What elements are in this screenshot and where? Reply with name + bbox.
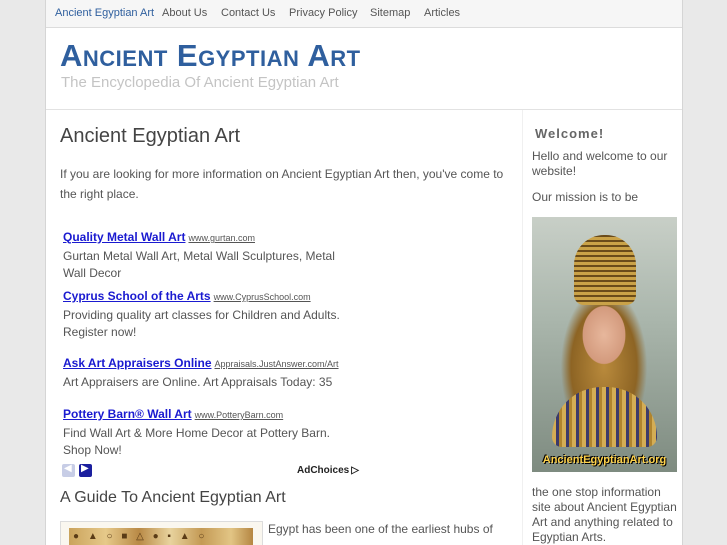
sidebar-divider xyxy=(522,110,523,545)
sidebar-title: Welcome! xyxy=(535,126,605,141)
chevron-left-icon: ◀ xyxy=(64,463,72,474)
nav-item-home[interactable]: Ancient Egyptian Art xyxy=(55,7,154,19)
top-navigation: Ancient Egyptian Art About Us Contact Us… xyxy=(46,0,682,28)
chevron-right-icon: ▶ xyxy=(81,463,89,474)
ad-title-link[interactable]: Pottery Barn® Wall Art xyxy=(63,407,192,421)
ad-description: Gurtan Metal Wall Art, Metal Wall Sculpt… xyxy=(63,249,335,280)
page-container: Ancient Egyptian Art About Us Contact Us… xyxy=(45,0,683,545)
image-caption: AncientEgyptianArt.org xyxy=(542,454,667,466)
nav-item-privacy-policy[interactable]: Privacy Policy xyxy=(289,7,357,19)
nav-item-articles[interactable]: Articles xyxy=(424,7,460,19)
nav-item-about-us[interactable]: About Us xyxy=(162,7,207,19)
collar-shape xyxy=(552,387,657,447)
section-paragraph: Egypt has been one of the earliest hubs … xyxy=(268,522,493,536)
adchoices-icon: ▷ xyxy=(351,465,359,476)
ad-item: Cyprus School of the Arts www.CyprusSchoo… xyxy=(63,288,353,341)
adchoices-link[interactable]: AdChoices ▷ xyxy=(297,465,359,476)
ad-item: Ask Art Appraisers Online Appraisals.Just… xyxy=(63,355,353,391)
section-title: A Guide To Ancient Egyptian Art xyxy=(60,489,286,506)
ad-next-button[interactable]: ▶ xyxy=(79,463,92,477)
site-tagline: The Encyclopedia Of Ancient Egyptian Art xyxy=(61,74,339,91)
ad-title-link[interactable]: Cyprus School of the Arts xyxy=(63,289,211,303)
ad-title-link[interactable]: Ask Art Appraisers Online xyxy=(63,356,212,370)
cleopatra-image: AncientEgyptianArt.org xyxy=(532,217,677,472)
ad-description: Art Appraisers are Online. Art Appraisal… xyxy=(63,375,333,389)
headdress-shape xyxy=(574,235,636,305)
ad-item: Pottery Barn® Wall Art www.PotteryBarn.co… xyxy=(63,406,353,459)
page-title: Ancient Egyptian Art xyxy=(60,125,241,147)
ad-description: Find Wall Art & More Home Decor at Potte… xyxy=(63,426,330,457)
hieroglyph-image: ● ▲ ○ ■ △ ● ▪ ▲ ○ xyxy=(60,521,263,545)
nav-item-contact-us[interactable]: Contact Us xyxy=(221,7,275,19)
ad-url-link[interactable]: Appraisals.JustAnswer.com/Art xyxy=(215,359,339,369)
ad-prev-button[interactable]: ◀ xyxy=(62,463,75,477)
sidebar-welcome-text: Hello and welcome to our website! xyxy=(532,149,668,178)
ad-url-link[interactable]: www.CyprusSchool.com xyxy=(214,292,311,302)
sidebar-mission-text: Our mission is to be xyxy=(532,190,639,204)
hieroglyph-glyphs: ● ▲ ○ ■ △ ● ▪ ▲ ○ xyxy=(73,531,208,542)
adchoices-label: AdChoices xyxy=(297,465,350,476)
ad-url-link[interactable]: www.gurtan.com xyxy=(188,233,255,243)
ad-item: Quality Metal Wall Art www.gurtan.com Gur… xyxy=(63,229,353,282)
ad-url-link[interactable]: www.PotteryBarn.com xyxy=(195,410,284,420)
ad-description: Providing quality art classes for Childr… xyxy=(63,308,340,339)
header-divider xyxy=(46,109,682,110)
nav-item-sitemap[interactable]: Sitemap xyxy=(370,7,410,19)
intro-paragraph: If you are looking for more information … xyxy=(60,167,504,201)
ad-title-link[interactable]: Quality Metal Wall Art xyxy=(63,230,185,244)
sidebar-description: the one stop information site about Anci… xyxy=(532,485,677,544)
site-title[interactable]: Ancient Egyptian Art xyxy=(60,38,361,74)
